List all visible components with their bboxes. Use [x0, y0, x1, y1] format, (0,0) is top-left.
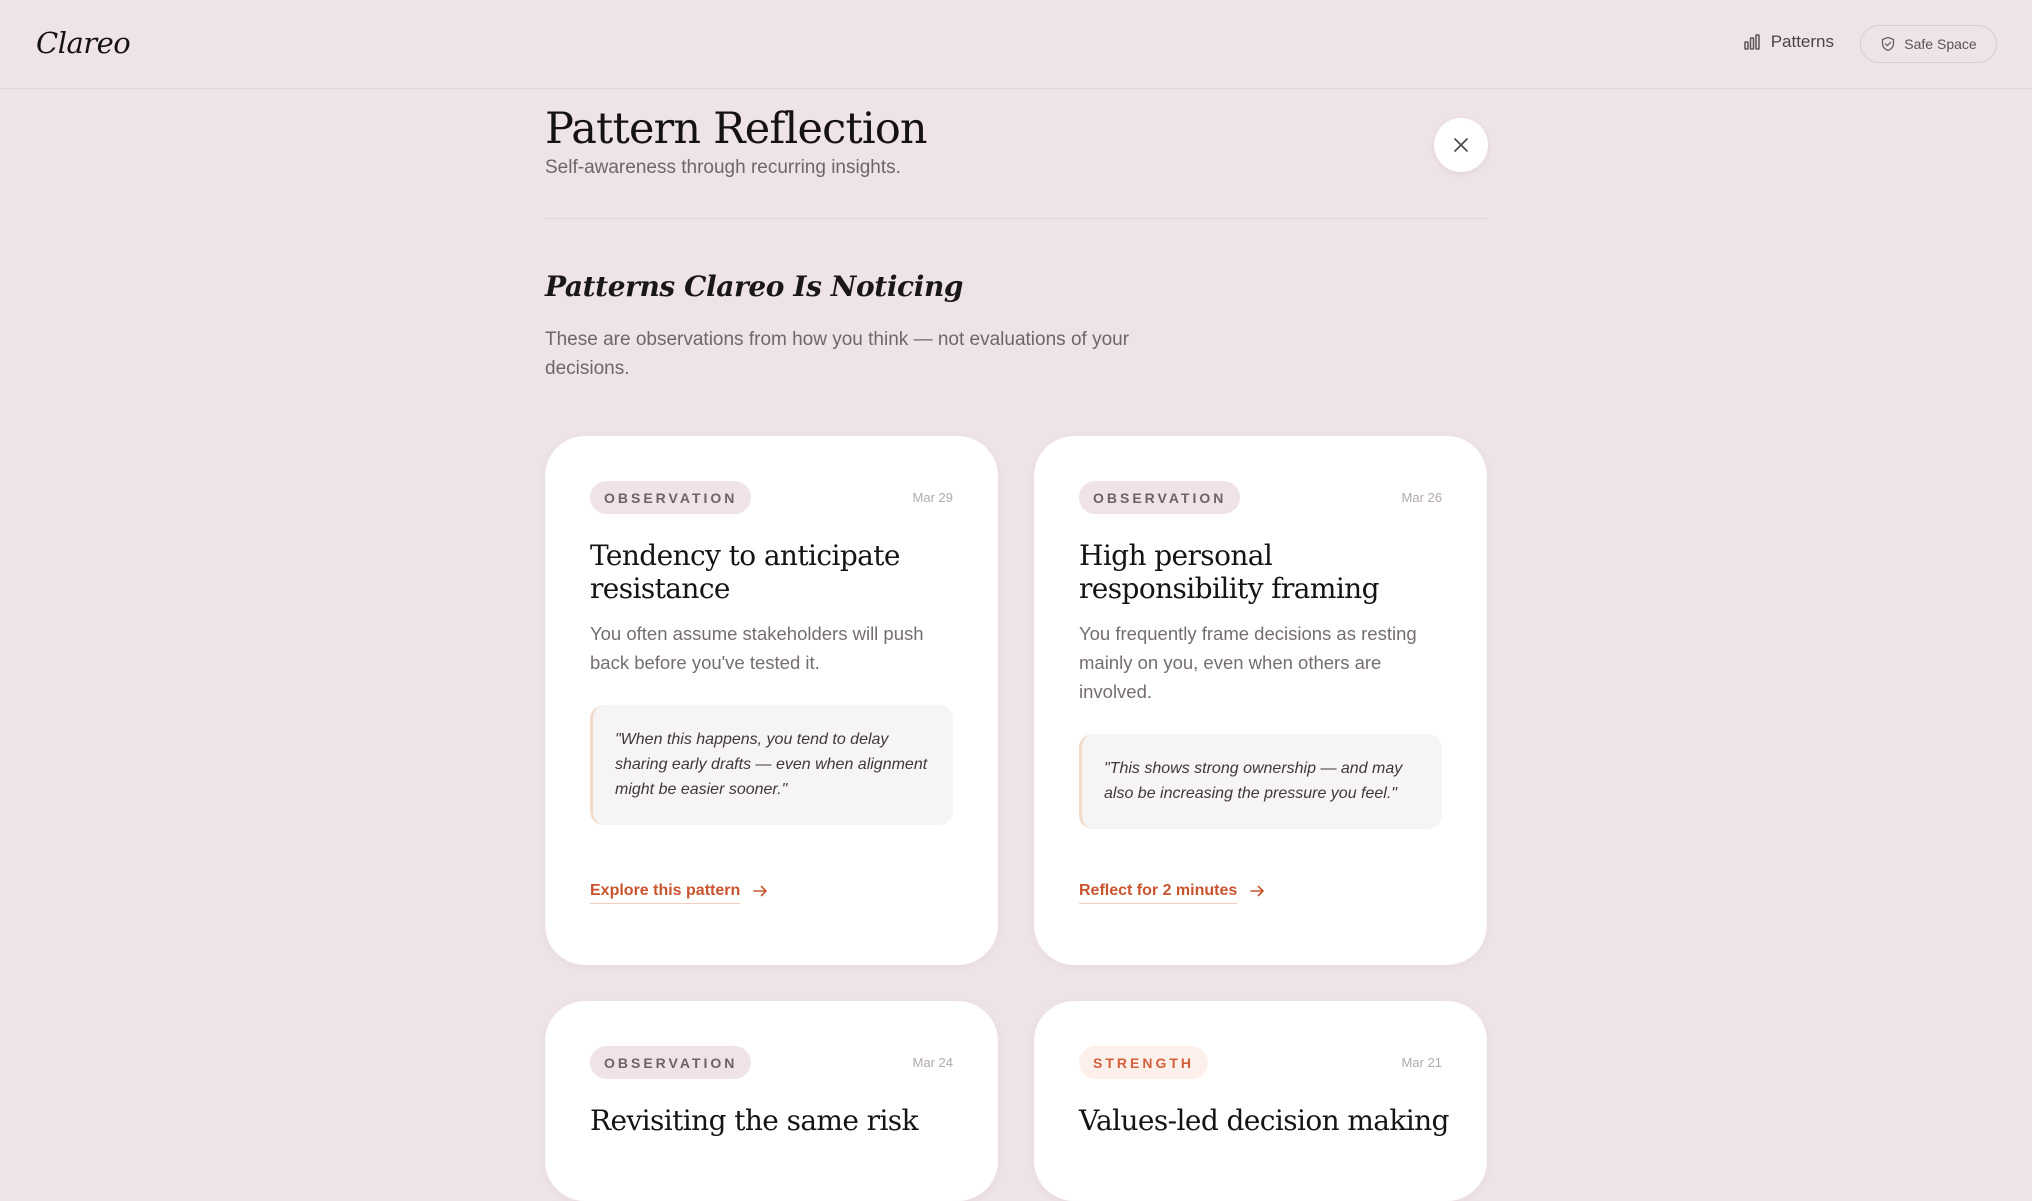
card-title: Values-led decision making — [1079, 1104, 1449, 1137]
page-subtitle: Self-awareness through recurring insight… — [545, 157, 901, 178]
card-title: Revisiting the same risk — [590, 1104, 919, 1137]
card-title: High personal responsibility framing — [1079, 539, 1380, 605]
observation-tag: OBSERVATION — [1079, 481, 1241, 514]
card-description: You often assume stakeholders will push … — [590, 623, 924, 673]
section-title: Patterns Clareo Is Noticing — [545, 270, 964, 303]
observation-tag: OBSERVATION — [590, 1046, 752, 1079]
bar-chart-icon — [1743, 34, 1760, 50]
close-button[interactable] — [1434, 118, 1488, 172]
card-date: Mar 29 — [912, 490, 953, 505]
reflect-link[interactable]: Reflect for 2 minutes — [1079, 882, 1265, 904]
app-logo[interactable]: Clareo — [36, 26, 131, 60]
cta-label: Reflect for 2 minutes — [1079, 882, 1238, 904]
top-bar: Clareo Patterns Safe Space — [0, 0, 2032, 89]
section-description: These are observations from how you thin… — [545, 329, 1130, 379]
close-icon — [1454, 138, 1468, 152]
header-divider — [545, 218, 1488, 219]
page-title: Pattern Reflection — [545, 104, 928, 154]
observation-tag: OBSERVATION — [590, 481, 752, 514]
card-title: Tendency to anticipate resistance — [590, 539, 900, 605]
pattern-card: OBSERVATION Mar 26 High personal respons… — [1034, 436, 1487, 965]
shield-check-icon — [1882, 36, 1895, 52]
arrow-right-icon — [1250, 885, 1265, 897]
strength-tag: STRENGTH — [1079, 1046, 1208, 1079]
pattern-card: STRENGTH Mar 21 Values-led decision maki… — [1034, 1001, 1487, 1201]
nav-patterns-link[interactable]: Patterns — [1743, 32, 1834, 52]
nav-patterns-label: Patterns — [1770, 32, 1834, 51]
card-date: Mar 26 — [1401, 490, 1442, 505]
safe-space-button[interactable]: Safe Space — [1860, 25, 1997, 63]
safe-space-label: Safe Space — [1904, 36, 1977, 52]
card-quote: "When this happens, you tend to delay sh… — [590, 705, 953, 825]
explore-pattern-link[interactable]: Explore this pattern — [590, 882, 768, 904]
pattern-card: OBSERVATION Mar 24 Revisiting the same r… — [545, 1001, 998, 1201]
card-date: Mar 24 — [912, 1055, 953, 1070]
card-description: You frequently frame decisions as restin… — [1079, 623, 1417, 702]
card-quote: "This shows strong ownership — and may a… — [1079, 734, 1442, 829]
cta-label: Explore this pattern — [590, 882, 741, 904]
pattern-card: OBSERVATION Mar 29 Tendency to anticipat… — [545, 436, 998, 965]
arrow-right-icon — [753, 885, 768, 897]
card-date: Mar 21 — [1401, 1055, 1442, 1070]
